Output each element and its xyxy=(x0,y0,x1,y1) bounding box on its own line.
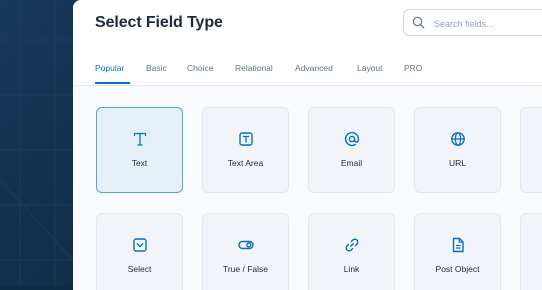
tab-relational[interactable]: Relational xyxy=(235,63,273,73)
tab-choice[interactable]: Choice xyxy=(187,63,213,73)
tab-popular[interactable]: Popular xyxy=(95,63,124,73)
tab-pro[interactable]: PRO xyxy=(404,63,422,73)
at-sign-icon xyxy=(344,131,360,147)
globe-icon xyxy=(451,132,465,146)
modal-header: Select Field Type xyxy=(73,0,542,49)
field-card-label: Email xyxy=(340,158,363,168)
tab-advanced[interactable]: Advanced xyxy=(295,63,333,73)
tab-layout[interactable]: Layout xyxy=(357,63,383,73)
field-card-email[interactable]: Email xyxy=(308,107,395,193)
field-card-select[interactable]: Select xyxy=(96,213,183,290)
field-card-label: URL xyxy=(448,158,466,168)
text-area-icon xyxy=(239,132,253,146)
search-input[interactable] xyxy=(432,14,542,34)
search-icon xyxy=(412,16,425,29)
field-card-partial[interactable] xyxy=(520,213,542,290)
field-card-true-false[interactable]: True / False xyxy=(202,213,289,290)
select-field-type-modal: Select Field Type Popular Basic Choice R… xyxy=(73,0,542,290)
field-card-link[interactable]: Link xyxy=(308,213,395,290)
field-card-label: Text xyxy=(131,158,148,168)
modal-title: Select Field Type xyxy=(95,14,223,31)
field-type-tabs: Popular Basic Choice Relational Advanced… xyxy=(73,49,542,86)
field-card-label: True / False xyxy=(222,264,269,274)
field-card-url[interactable]: URL xyxy=(414,107,501,193)
field-card-text[interactable]: Text xyxy=(96,107,183,193)
field-card-text-area[interactable]: Text Area xyxy=(202,107,289,193)
field-card-label: Text Area xyxy=(227,158,264,168)
field-card-label: Select xyxy=(127,264,152,274)
field-card-partial[interactable] xyxy=(520,107,542,193)
field-card-label: Post Object xyxy=(435,264,480,274)
active-tab-indicator xyxy=(95,82,130,84)
select-dropdown-icon xyxy=(133,238,147,252)
link-icon xyxy=(345,238,359,252)
toggle-icon xyxy=(238,240,254,250)
document-icon xyxy=(452,237,464,253)
search-box[interactable] xyxy=(403,9,542,36)
tab-basic[interactable]: Basic xyxy=(146,63,167,73)
field-card-post-object[interactable]: Post Object xyxy=(414,213,501,290)
text-t-icon xyxy=(133,132,147,146)
field-card-label: Link xyxy=(343,264,360,274)
